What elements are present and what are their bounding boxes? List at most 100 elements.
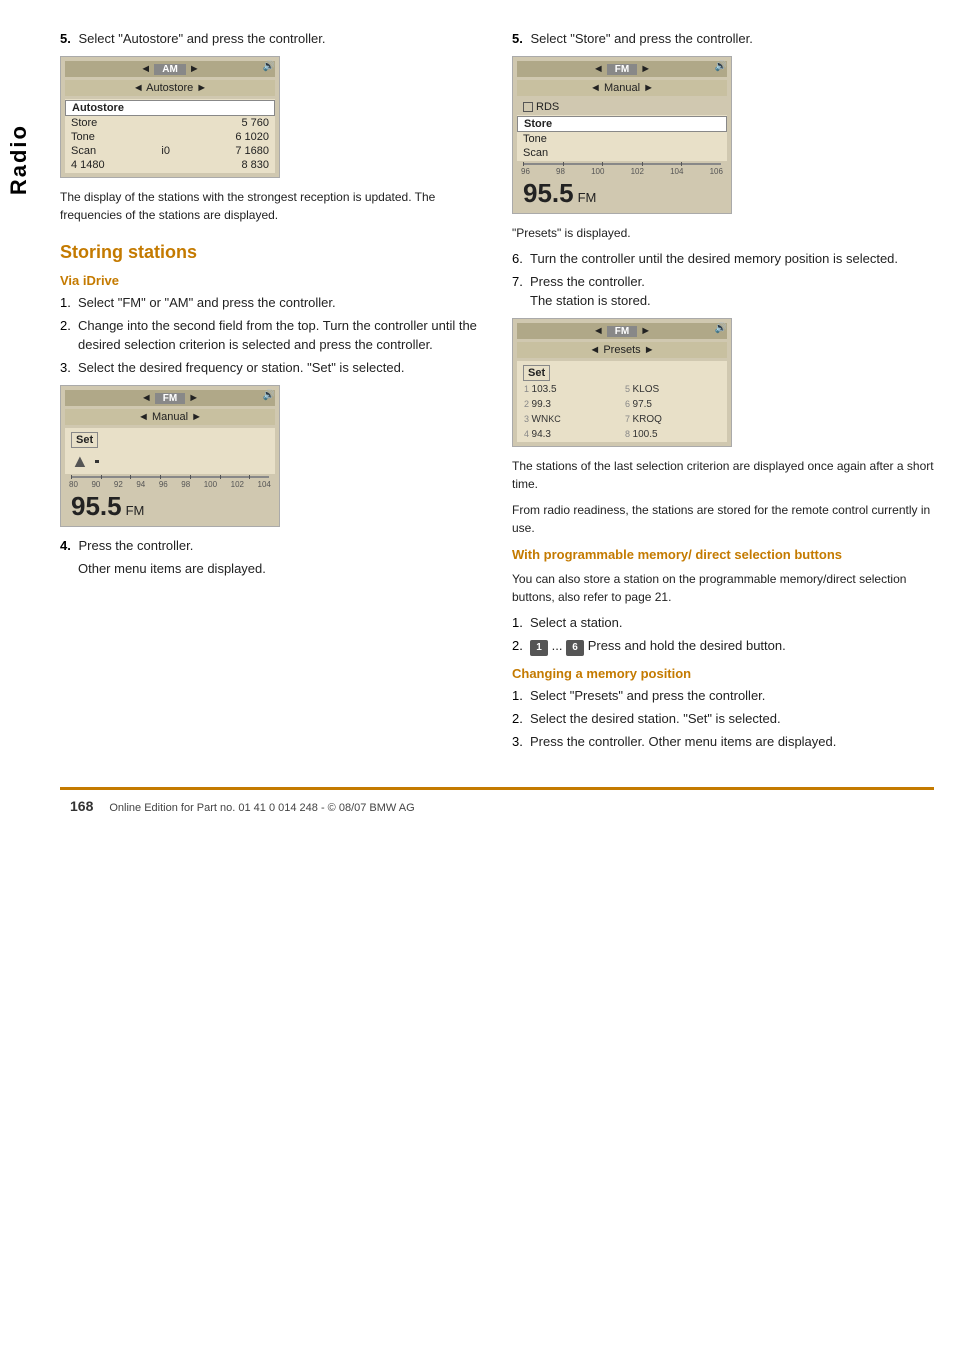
fm-set-header: ◄ FM ► 🔊 [65, 390, 275, 406]
scale-92: 92 [114, 480, 123, 489]
step5-right-text: Select "Store" and press the controller. [530, 31, 752, 46]
store-scale-98: 98 [556, 167, 565, 176]
tick-1 [101, 475, 102, 479]
scale-102: 102 [231, 480, 244, 489]
fm-set-cursor-row: ▲ [65, 449, 275, 474]
tick-0 [71, 475, 72, 479]
am-tone-freq: 6 1020 [235, 131, 269, 143]
step-change-2-text: Select the desired station. "Set" is sel… [530, 711, 781, 726]
scale-96: 96 [159, 480, 168, 489]
step-prog-2: 2. 1 ... 6 Press and hold the desired bu… [512, 637, 934, 656]
step-6-text: Turn the controller until the desired me… [530, 251, 898, 266]
am-sub-header-text: ◄ Autostore ► [133, 82, 207, 94]
steps-changing: 1. Select "Presets" and press the contro… [512, 687, 934, 752]
fm-set-slider [71, 476, 269, 478]
preset-4-94: 4 94.3 [521, 427, 622, 442]
section-heading-storing: Storing stations [60, 242, 482, 263]
store-scale-104: 104 [670, 167, 683, 176]
steps-6-7: 6. Turn the controller until the desired… [512, 250, 934, 310]
cursor-bar [95, 460, 99, 463]
fm-store-corner: 🔊 [715, 61, 727, 72]
step5-right-num: 5. [512, 31, 523, 46]
step-via-3-num: 3. [60, 359, 71, 377]
sub-heading-changing: Changing a memory position [512, 666, 934, 681]
preset-5-klos: 5 KLOS [622, 382, 723, 397]
programmable-text: You can also store a station on the prog… [512, 570, 934, 606]
fm-set-sub-text: ◄ Manual ► [138, 411, 202, 423]
step-7-num: 7. [512, 273, 523, 291]
fm-store-slider [523, 163, 721, 165]
am-sub-header: ◄ Autostore ► [65, 80, 275, 96]
am-screen-header: ◄ AM ► 🔊 [65, 61, 275, 77]
rds-checkbox [523, 102, 533, 112]
fm-store-store-label: Store [524, 118, 552, 130]
scale-98: 98 [181, 480, 190, 489]
am-menu-row5: 4 1480 8 830 [65, 158, 275, 172]
preset-2-99: 2 99.3 [521, 397, 622, 412]
fm-store-header-text: ◄ FM ► [593, 63, 651, 75]
scale-80: 80 [69, 480, 78, 489]
footer-page-num: 168 [70, 798, 93, 814]
footer: 168 Online Edition for Part no. 01 41 0 … [60, 787, 934, 814]
step4-num: 4. [60, 538, 71, 553]
store-scale-106: 106 [710, 167, 723, 176]
fm-store-menu-scan: Scan [517, 146, 727, 160]
store-scale-100: 100 [591, 167, 604, 176]
am-scan-label: Scan [71, 145, 96, 157]
step4-sub: Other menu items are displayed. [60, 561, 482, 576]
presets-set-row: Set [517, 361, 727, 382]
step5-left: 5. Select "Autostore" and press the cont… [60, 30, 482, 48]
preset-7-kroq: 7 KROQ [622, 412, 723, 427]
step-change-3-text: Press the controller. Other menu items a… [530, 734, 836, 749]
step-6-num: 6. [512, 250, 523, 268]
am-store-label: Store [71, 117, 97, 129]
step-via-3: 3. Select the desired frequency or stati… [60, 359, 482, 377]
step-7-text: Press the controller.The station is stor… [530, 274, 651, 307]
am-scan-freq: 7 1680 [235, 145, 269, 157]
fm-store-screen: ◄ FM ► 🔊 ◄ Manual ► RDS Store Tone [512, 56, 732, 214]
store-tick-0 [523, 162, 524, 166]
sub-heading-programmable: With programmable memory/ direct selecti… [512, 547, 934, 562]
fm-store-scale: 96 98 100 102 104 106 [517, 167, 727, 176]
fm-store-scan-label: Scan [523, 147, 548, 159]
store-tick-2 [602, 162, 603, 166]
step-change-3-num: 3. [512, 733, 523, 751]
am-corner-icon: 🔊 [263, 61, 275, 72]
scale-90: 90 [91, 480, 100, 489]
fm-set-corner: 🔊 [263, 390, 275, 401]
fm-store-menu-tone: Tone [517, 132, 727, 146]
fm-store-freq-value: 95.5 [523, 178, 574, 209]
store-tick-3 [642, 162, 643, 166]
am-menu-scan: Scan i0 7 1680 [65, 144, 275, 158]
step-via-1: 1. Select "FM" or "AM" and press the con… [60, 294, 482, 312]
steps-programmable: 1. Select a station. 2. 1 ... 6 Press an… [512, 614, 934, 656]
scale-94: 94 [136, 480, 145, 489]
step-via-2-num: 2. [60, 317, 71, 335]
step5-left-num: 5. [60, 31, 71, 46]
left-column: 5. Select "Autostore" and press the cont… [60, 30, 482, 757]
store-scale-96: 96 [521, 167, 530, 176]
info-text-left: The display of the stations with the str… [60, 188, 482, 224]
presets-header: ◄ FM ► 🔊 [517, 323, 727, 339]
sidebar: Radio [0, 60, 38, 260]
fm-store-header: ◄ FM ► 🔊 [517, 61, 727, 77]
am-row5-freq: 8 830 [241, 159, 269, 171]
fm-store-big-freq: 95.5 FM [517, 176, 727, 209]
cursor-arrow-icon: ▲ [71, 451, 89, 472]
presets-grid: 1 103.5 5 KLOS 2 99.3 6 97.5 3 WNKC 7 KR… [517, 382, 727, 442]
step-prog-1: 1. Select a station. [512, 614, 934, 632]
step5-left-text: Select "Autostore" and press the control… [78, 31, 325, 46]
badge-6: 6 [566, 640, 584, 656]
step-prog-2-num: 2. [512, 637, 523, 655]
step-via-2: 2. Change into the second field from the… [60, 317, 482, 353]
step-change-1-text: Select "Presets" and press the controlle… [530, 688, 765, 703]
info-text-3: From radio readiness, the stations are s… [512, 501, 934, 537]
step-6: 6. Turn the controller until the desired… [512, 250, 934, 268]
presets-sub: ◄ Presets ► [517, 342, 727, 358]
sub-heading-via-idrive: Via iDrive [60, 273, 482, 288]
badge-1: 1 [530, 640, 548, 656]
step-via-2-text: Change into the second field from the to… [78, 318, 477, 351]
step-prog-1-text: Select a station. [530, 615, 623, 630]
fm-store-tone-label: Tone [523, 133, 547, 145]
fm-set-sub: ◄ Manual ► [65, 409, 275, 425]
